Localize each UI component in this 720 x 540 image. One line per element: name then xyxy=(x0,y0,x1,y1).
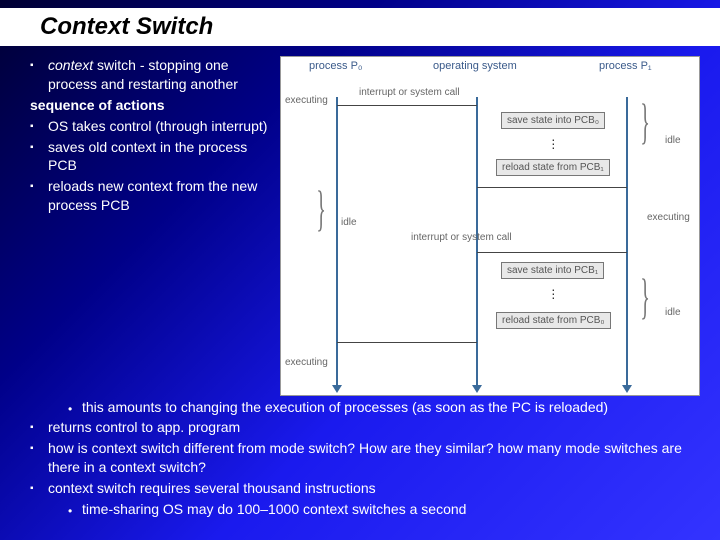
box-save-pcb0: save state into PCB₀ xyxy=(501,112,605,129)
diagram-header-p0: process P₀ xyxy=(309,60,362,72)
slide: Context Switch ▪ context switch - stoppi… xyxy=(0,0,720,540)
label-idle: idle xyxy=(341,217,357,228)
timeline-p0 xyxy=(336,97,338,387)
sequence-heading: sequence of actions xyxy=(30,96,270,115)
content-row: ▪ context switch - stopping one process … xyxy=(30,56,700,396)
label-idle: idle xyxy=(665,135,681,146)
arrow-down-icon xyxy=(332,385,342,393)
timeline-p1 xyxy=(626,97,628,387)
label-executing: executing xyxy=(285,357,328,368)
bullet-5: ▪ returns control to app. program xyxy=(30,418,700,437)
label-executing: executing xyxy=(647,212,690,223)
title-bar: Context Switch xyxy=(0,8,720,46)
bullet-7: ▪ context switch requires several thousa… xyxy=(30,479,700,498)
text-wide: • this amounts to changing the execution… xyxy=(30,398,700,519)
box-reload-pcb0: reload state from PCB₀ xyxy=(496,312,611,329)
box-reload-pcb1: reload state from PCB₁ xyxy=(496,159,610,176)
arrow-down-icon xyxy=(622,385,632,393)
context-switch-diagram: process P₀ operating system process P₁ i… xyxy=(280,56,700,396)
label-executing: executing xyxy=(285,95,328,106)
bullet-2: ▪ OS takes control (through interrupt) xyxy=(30,117,270,136)
bullet-3: ▪ saves old context in the process PCB xyxy=(30,138,270,176)
box-save-pcb1: save state into PCB₁ xyxy=(501,262,604,279)
label-idle: idle xyxy=(665,307,681,318)
label-event2: interrupt or system call xyxy=(411,232,512,243)
bullet-4: ▪ reloads new context from the new proce… xyxy=(30,177,270,215)
diagram-header-os: operating system xyxy=(433,60,517,72)
bullet-6: ▪ how is context switch different from m… xyxy=(30,439,700,477)
bullet-4-sub: • this amounts to changing the execution… xyxy=(68,398,700,417)
bullet-1-em: context xyxy=(48,57,93,73)
diagram-header-p1: process P₁ xyxy=(599,60,652,72)
slide-title: Context Switch xyxy=(10,13,213,41)
arrow-down-icon xyxy=(472,385,482,393)
label-event1: interrupt or system call xyxy=(359,87,460,98)
bullet-7-sub: • time-sharing OS may do 100–1000 contex… xyxy=(68,500,700,519)
bullet-1: ▪ context switch - stopping one process … xyxy=(30,56,270,94)
text-column: ▪ context switch - stopping one process … xyxy=(30,56,270,396)
